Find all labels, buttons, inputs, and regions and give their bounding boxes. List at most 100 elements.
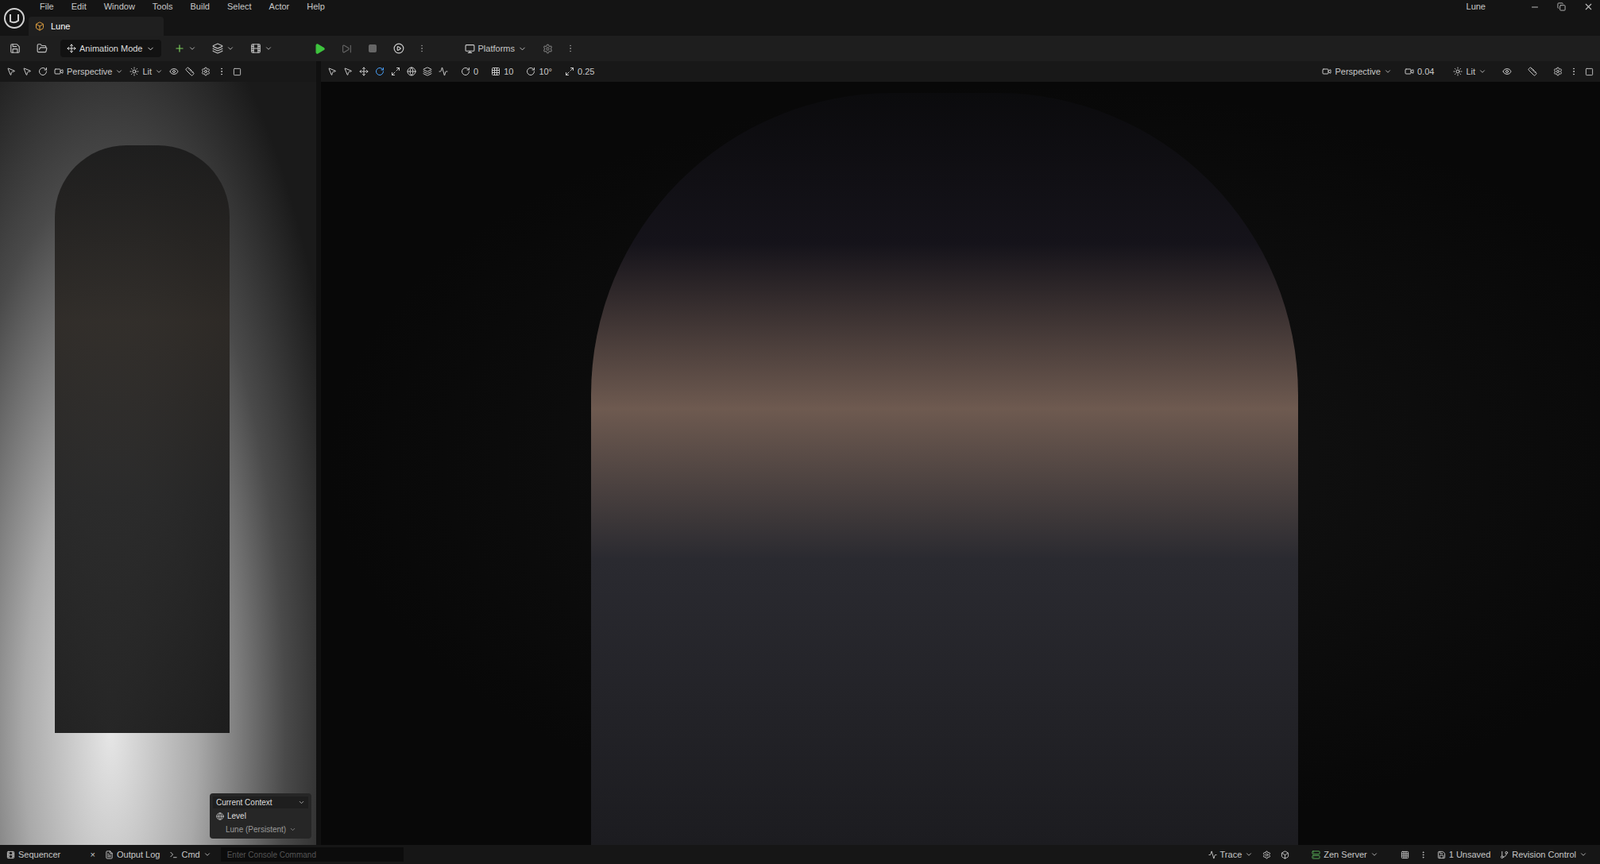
server-icon	[1311, 850, 1321, 860]
folder-icon	[36, 42, 48, 55]
chevron-icon	[203, 850, 212, 859]
maximize-icon	[232, 67, 242, 77]
save-icon	[9, 42, 21, 55]
more-icon	[216, 66, 227, 77]
rotation-snap[interactable]: 10°	[525, 65, 553, 79]
show-icon	[1502, 66, 1512, 77]
menu-item[interactable]: File	[39, 0, 55, 14]
cmd-dropdown[interactable]: Cmd	[169, 848, 211, 862]
main-toolbar: Animation Mode Platforms	[0, 35, 1600, 62]
chevron-icon	[188, 44, 197, 53]
surface-snap[interactable]: 0	[460, 65, 479, 79]
add-icon	[173, 42, 186, 55]
view-mode-dropdown[interactable]: Lit	[129, 65, 163, 79]
zen-server-button[interactable]: Zen Server	[1311, 848, 1378, 862]
rotate-icon	[38, 66, 48, 77]
camera-speed[interactable]: 0.04	[1404, 65, 1434, 79]
more-icon	[417, 43, 427, 54]
menu-item[interactable]: Build	[190, 0, 210, 14]
camera-icon	[54, 66, 64, 77]
character-closeup-render	[591, 92, 1299, 846]
settings-icon	[200, 66, 211, 77]
sequencer-icon	[6, 850, 16, 860]
grid-snap[interactable]: 10	[490, 65, 514, 79]
play-options-button[interactable]	[390, 41, 408, 56]
left-viewport[interactable]: Perspective Lit Current ContextLevelLune (…	[0, 61, 317, 846]
save-button[interactable]	[6, 41, 24, 56]
camera-dropdown[interactable]: Perspective	[1321, 65, 1392, 79]
platforms-icon	[464, 43, 476, 55]
chevron-icon	[1478, 67, 1487, 76]
platforms-dropdown[interactable]: Platforms	[461, 42, 530, 56]
stop-button[interactable]	[364, 42, 381, 55]
unreal-logo-icon[interactable]	[0, 0, 29, 36]
window-title: Lune	[1466, 0, 1486, 14]
play-icon	[313, 42, 326, 55]
insights-icon	[1280, 850, 1290, 860]
settings-button[interactable]	[539, 42, 557, 56]
browse-button[interactable]	[33, 41, 51, 56]
scale-snap-icon	[564, 66, 575, 77]
menu-item[interactable]: Window	[104, 0, 136, 14]
camera-icon	[1321, 66, 1332, 77]
level-icon	[216, 812, 225, 821]
mode-dropdown[interactable]: Animation Mode	[60, 39, 162, 58]
chevron-icon	[154, 67, 163, 76]
restore-icon	[1557, 2, 1566, 12]
menu-item[interactable]: Select	[227, 0, 252, 14]
viewport-area: Perspective Lit Current ContextLevelLune (…	[0, 61, 1600, 846]
chevron-icon	[226, 44, 235, 53]
cinematics-button[interactable]	[247, 41, 276, 56]
maximize-icon	[1584, 67, 1594, 77]
menu-item[interactable]: Actor	[269, 0, 290, 14]
menu-item[interactable]: Edit	[71, 0, 87, 14]
chevron-icon	[289, 826, 297, 834]
log-icon	[104, 850, 114, 860]
chevron-icon	[1383, 67, 1392, 76]
unsaved-button[interactable]: 1 Unsaved	[1437, 848, 1492, 862]
clapper-icon	[250, 42, 262, 55]
viewport-toolbar: 0 10 10° 0.25 Perspective 0.04 Lit	[320, 61, 1600, 82]
close-icon	[1583, 1, 1594, 12]
step-button[interactable]	[338, 42, 356, 56]
menu-item[interactable]: Tools	[152, 0, 174, 14]
output-log-button[interactable]: Output Log	[104, 848, 160, 862]
more-icon	[1569, 66, 1579, 77]
chevron-icon	[115, 67, 124, 76]
tools-icon	[185, 66, 195, 77]
trace-button[interactable]: Trace	[1208, 848, 1254, 862]
play-button[interactable]	[310, 41, 329, 57]
console-input[interactable]: Enter Console Command	[220, 847, 404, 862]
status-bar: Sequencer× Output Log Cmd Enter Console Com…	[0, 845, 1600, 864]
blueprint-button[interactable]	[208, 41, 238, 56]
tools-icon	[1527, 66, 1538, 77]
chevron-icon	[297, 799, 306, 807]
menu-bar: File Edit Window Tools Build Select Actor Help	[28, 0, 325, 14]
close-tab-button[interactable]: ×	[90, 848, 96, 862]
show-icon	[169, 66, 179, 77]
cmd-icon	[169, 850, 178, 860]
sequencer-tab[interactable]: Sequencer×	[6, 848, 96, 862]
context-value[interactable]: Lune (Persistent)	[212, 823, 309, 836]
curve-icon	[438, 66, 449, 77]
menu-item[interactable]: Help	[306, 0, 325, 14]
left-viewport-render: Current ContextLevelLune (Persistent)	[0, 81, 317, 846]
select-mode-icon	[327, 66, 337, 77]
more-icon	[565, 43, 576, 54]
scale-icon	[390, 66, 401, 77]
chevron-icon	[1244, 850, 1253, 859]
select-mode-icon	[6, 66, 16, 77]
world-icon	[406, 66, 417, 77]
add-button[interactable]	[170, 41, 200, 56]
scale-snap[interactable]: 0.25	[564, 65, 595, 79]
right-viewport[interactable]: 0 10 10° 0.25 Perspective 0.04 Lit	[320, 61, 1600, 846]
play-options-icon	[393, 42, 405, 55]
level-tab[interactable]: Lune	[28, 16, 164, 36]
revision-control-button[interactable]: Revision Control	[1499, 848, 1588, 862]
blueprint-icon	[212, 42, 224, 55]
lit-icon	[1453, 66, 1463, 77]
revision-icon	[1499, 850, 1509, 860]
camera-dropdown[interactable]: Perspective	[54, 65, 124, 79]
speed-icon	[1404, 66, 1415, 77]
view-mode-dropdown[interactable]: Lit	[1453, 65, 1487, 79]
